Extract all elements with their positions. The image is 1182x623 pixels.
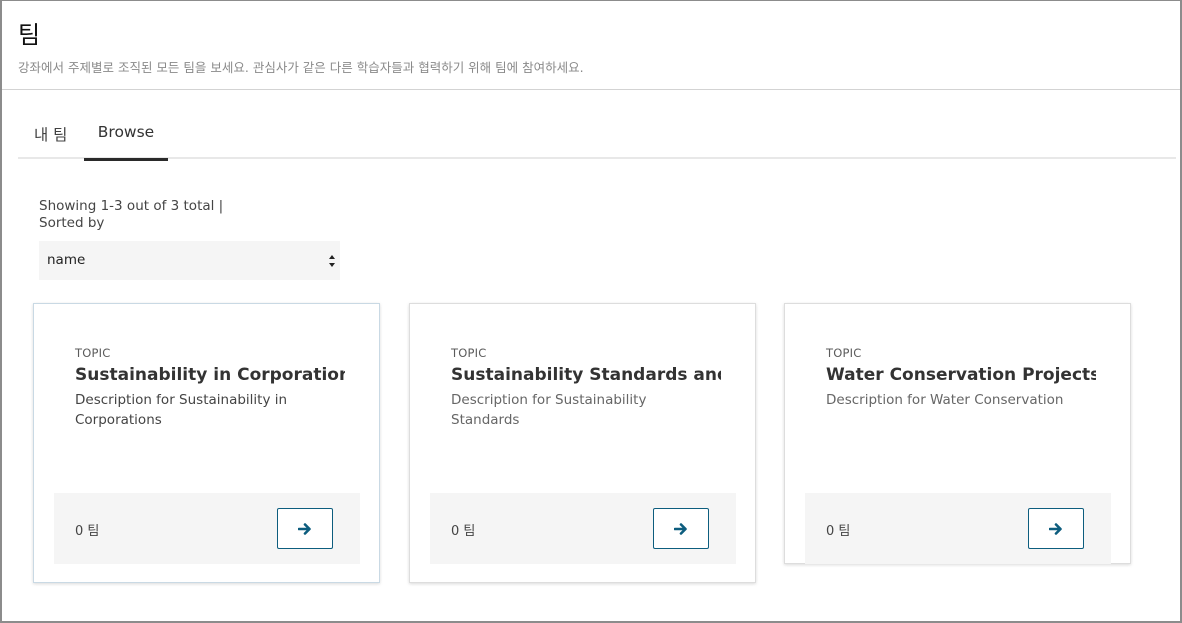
view-topic-button[interactable] — [653, 508, 709, 549]
page-title: 팀 — [18, 21, 41, 49]
view-topic-button[interactable] — [277, 508, 333, 549]
tab-bar: 내 팀 Browse — [18, 113, 1176, 161]
arrow-right-icon — [298, 522, 311, 535]
card-footer: 0 팀 — [805, 493, 1111, 564]
sort-select[interactable]: name — [39, 241, 340, 280]
topic-card: TOPIC Sustainability in Corporations Des… — [33, 303, 380, 583]
sort-select-value: name — [47, 252, 86, 268]
card-type: TOPIC — [826, 346, 862, 360]
results-summary: Showing 1-3 out of 3 total | Sorted by — [39, 198, 239, 232]
team-count: 0 팀 — [451, 524, 476, 539]
topic-card: TOPIC Sustainability Standards and... De… — [409, 303, 756, 583]
team-count: 0 팀 — [826, 524, 851, 539]
sorted-by-label: Sorted by — [39, 215, 105, 231]
page-description: 강좌에서 주제별로 조직된 모든 팀을 보세요. 관심사가 같은 다른 학습자들… — [18, 60, 584, 75]
select-arrows-icon — [329, 255, 335, 267]
card-type: TOPIC — [75, 346, 111, 360]
card-description: Description for Water Conservation — [826, 392, 1064, 408]
tab-my-teams[interactable]: 내 팀 — [34, 123, 67, 159]
card-title: Sustainability Standards and... — [451, 365, 721, 385]
page-header: 팀 강좌에서 주제별로 조직된 모든 팀을 보세요. 관심사가 같은 다른 학습… — [2, 1, 1180, 90]
team-count: 0 팀 — [75, 524, 100, 539]
card-title: Sustainability in Corporations — [75, 365, 345, 385]
card-description: Description for Sustainability in Corpor… — [75, 392, 288, 428]
arrow-right-icon — [674, 522, 687, 535]
card-title: Water Conservation Projects — [826, 365, 1096, 385]
arrow-right-icon — [1049, 522, 1062, 535]
card-footer: 0 팀 — [54, 493, 360, 564]
window-frame: 팀 강좌에서 주제별로 조직된 모든 팀을 보세요. 관심사가 같은 다른 학습… — [0, 0, 1182, 623]
tab-browse[interactable]: Browse — [84, 123, 168, 161]
topic-card: TOPIC Water Conservation Projects Descri… — [784, 303, 1131, 564]
showing-count: Showing 1-3 out of 3 total | — [39, 198, 224, 214]
card-footer: 0 팀 — [430, 493, 736, 564]
view-topic-button[interactable] — [1028, 508, 1084, 549]
card-type: TOPIC — [451, 346, 487, 360]
card-description: Description for Sustainability Standards — [451, 392, 647, 428]
